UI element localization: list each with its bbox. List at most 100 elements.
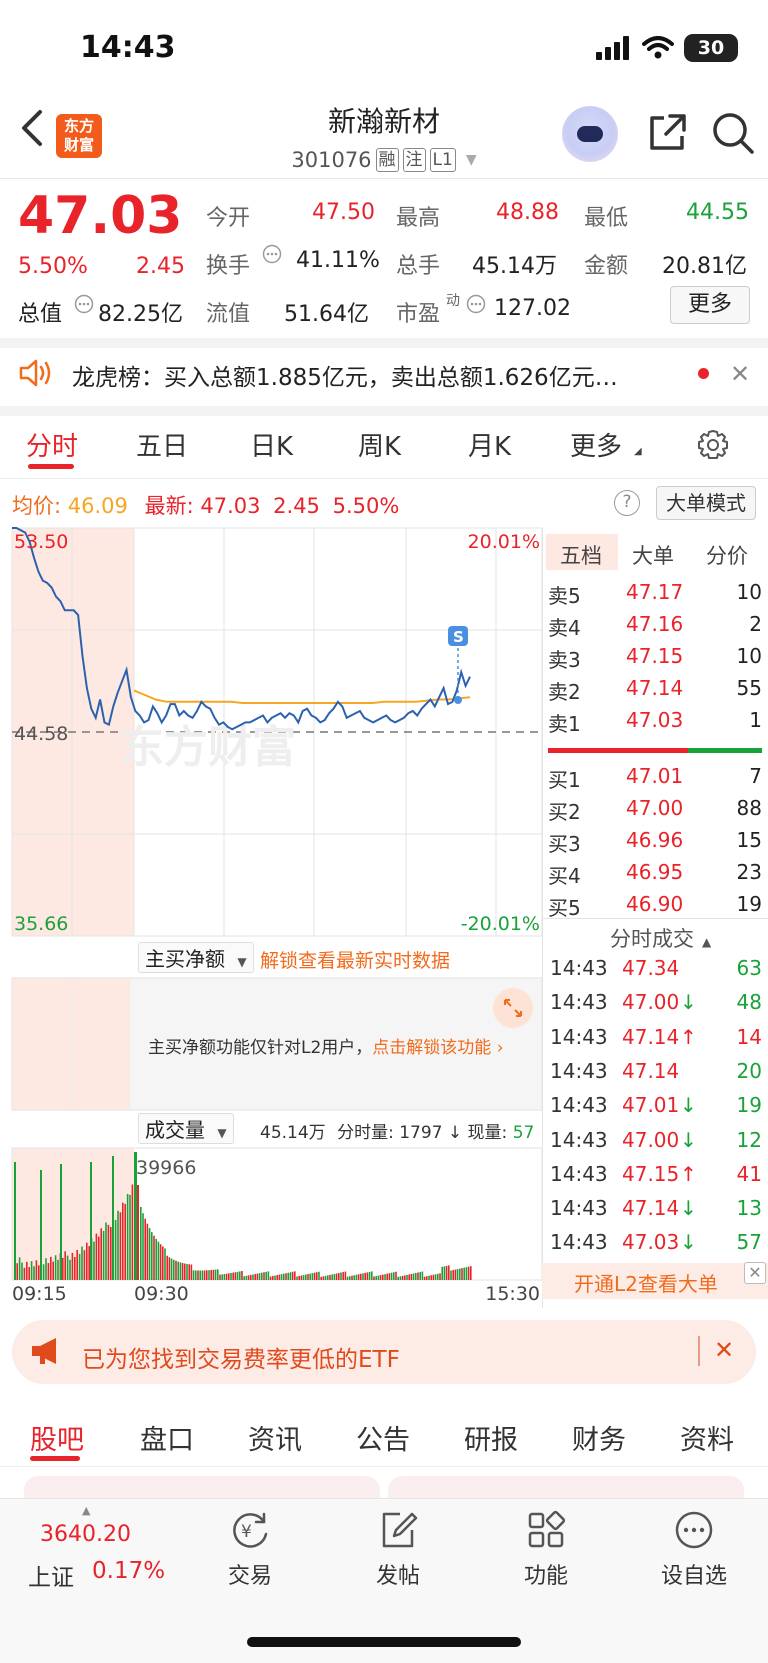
trade-icon[interactable]: ¥: [228, 1510, 272, 1550]
volume-bar: [228, 1273, 230, 1280]
pe-value: 127.02: [494, 296, 571, 321]
unlock-function-link[interactable]: 点击解锁该功能: [372, 1038, 491, 1058]
tab-daily-k[interactable]: 日K: [250, 426, 293, 463]
ticks-header[interactable]: 分时成交 ▲: [610, 923, 711, 953]
functions-grid-icon[interactable]: [526, 1510, 566, 1550]
tab-guba[interactable]: 股吧: [30, 1418, 84, 1457]
change-amount: 2.45: [136, 254, 185, 279]
tab-more[interactable]: 更多: [570, 426, 622, 463]
volume-bar: [274, 1275, 276, 1280]
tick-volume: 19: [736, 1093, 762, 1118]
volume-bar: [313, 1272, 316, 1280]
intraday-chart[interactable]: 东方财富 S 53.50 44.58 35.66 20.01% -20.01% …: [0, 524, 544, 1304]
expand-circle[interactable]: [493, 988, 533, 1028]
volume-bar: [331, 1274, 333, 1280]
tab-announcements[interactable]: 公告: [356, 1418, 410, 1457]
volume-bar: [232, 1272, 234, 1280]
compose-post-icon[interactable]: [378, 1510, 420, 1550]
index-name[interactable]: 上证: [28, 1558, 74, 1592]
volume-bar: [327, 1275, 329, 1280]
more-quote-button[interactable]: 更多: [670, 286, 750, 324]
volume-bar: [78, 1253, 81, 1280]
nav-functions-label[interactable]: 功能: [506, 1558, 586, 1590]
tick-price: 47.00: [622, 990, 680, 1015]
pct-bottom-label: -20.01%: [461, 913, 540, 935]
search-icon[interactable]: [710, 110, 756, 156]
add-watchlist-icon[interactable]: [674, 1510, 714, 1550]
volume-bar: [349, 1276, 351, 1280]
close-etf-icon[interactable]: ✕: [714, 1336, 734, 1364]
amount-value: 20.81亿: [662, 254, 747, 279]
tab-profile[interactable]: 资料: [680, 1418, 734, 1457]
volume-bar: [98, 1236, 100, 1280]
nav-post-label[interactable]: 发帖: [358, 1558, 438, 1590]
settings-gear-icon[interactable]: [696, 428, 730, 462]
volume-bar: [69, 1259, 71, 1280]
volume-bar: [388, 1273, 391, 1280]
volume-bar: [148, 1228, 151, 1280]
tab-monthly-k[interactable]: 月K: [468, 426, 511, 463]
mktcap-value: 82.25亿: [98, 302, 183, 327]
more-dots-icon[interactable]: [74, 294, 94, 314]
home-indicator[interactable]: [247, 1637, 521, 1647]
index-value[interactable]: 3640.20: [40, 1522, 131, 1547]
volume-bar: [102, 1230, 105, 1280]
volume-bar: [50, 1256, 52, 1280]
tab-handicap[interactable]: 盘口: [140, 1418, 194, 1457]
nav-watchlist-label[interactable]: 设自选: [654, 1558, 734, 1590]
pe-info-icon[interactable]: [466, 294, 486, 314]
tick-time: 14:43: [550, 1161, 608, 1186]
tab-big-orders[interactable]: 大单: [632, 540, 674, 570]
tick-direction-arrow: ↓: [680, 1230, 697, 1255]
volume-bar: [42, 1264, 45, 1280]
volume-bar: [382, 1274, 384, 1280]
high-value: 48.88: [496, 200, 559, 225]
volume-bar: [105, 1222, 107, 1280]
index-expand-caret-icon[interactable]: ▲: [82, 1504, 90, 1517]
index-change-pct[interactable]: 0.17%: [92, 1558, 165, 1584]
volume-bar: [404, 1275, 406, 1280]
unlock-realtime-link[interactable]: 解锁查看最新实时数据: [260, 946, 450, 973]
wifi-icon: [642, 36, 674, 59]
volume-bar: [190, 1264, 193, 1280]
main-buy-dropdown[interactable]: 主买净额 ▼: [138, 942, 254, 973]
volume-dropdown[interactable]: 成交量 ▼: [138, 1113, 234, 1144]
tab-five-levels[interactable]: 五档: [560, 540, 602, 570]
big-order-mode-button[interactable]: 大单模式: [656, 486, 756, 520]
share-icon[interactable]: [646, 112, 688, 154]
tab-price-distribution[interactable]: 分价: [706, 540, 748, 570]
volume-bar: [119, 1212, 122, 1280]
tab-five-day[interactable]: 五日: [136, 426, 188, 463]
status-time: 14:43: [80, 30, 176, 65]
tick-volume: 13: [736, 1196, 762, 1221]
volume-bar: [234, 1272, 237, 1280]
signal-marker-dot: [454, 696, 462, 704]
tick-volume: 57: [736, 1230, 762, 1255]
volume-bar: [90, 1162, 92, 1280]
tick-price: 47.15: [622, 1161, 680, 1186]
help-icon[interactable]: ?: [614, 490, 640, 516]
info-dots-icon[interactable]: [262, 244, 282, 264]
float-value: 51.64亿: [284, 302, 369, 327]
volume-bar: [64, 1251, 66, 1280]
tab-news[interactable]: 资讯: [248, 1418, 302, 1457]
volume-bar: [239, 1271, 241, 1280]
tab-financials[interactable]: 财务: [572, 1418, 626, 1457]
close-l2-icon[interactable]: ✕: [744, 1262, 766, 1284]
close-notice-icon[interactable]: ✕: [730, 360, 750, 388]
volume-bar: [430, 1275, 432, 1280]
volume-bar: [88, 1246, 90, 1280]
volume-bar: [311, 1273, 314, 1280]
tab-research[interactable]: 研报: [464, 1418, 518, 1457]
nav-trade-label[interactable]: 交易: [210, 1558, 290, 1590]
tab-intraday[interactable]: 分时: [26, 426, 78, 463]
dragon-tiger-notice[interactable]: 龙虎榜：买入总额1.885亿元，卖出总额1.626亿元…: [72, 358, 618, 392]
l2-upgrade-link[interactable]: 开通L2查看大单: [574, 1268, 718, 1297]
tab-weekly-k[interactable]: 周K: [358, 426, 401, 463]
tick-time: 14:43: [550, 1093, 608, 1118]
volume-bar: [60, 1164, 62, 1280]
volume-bar: [470, 1266, 472, 1280]
volume-bar: [110, 1227, 112, 1280]
volume-bar: [368, 1271, 371, 1280]
change-percent: 5.50%: [18, 254, 88, 279]
